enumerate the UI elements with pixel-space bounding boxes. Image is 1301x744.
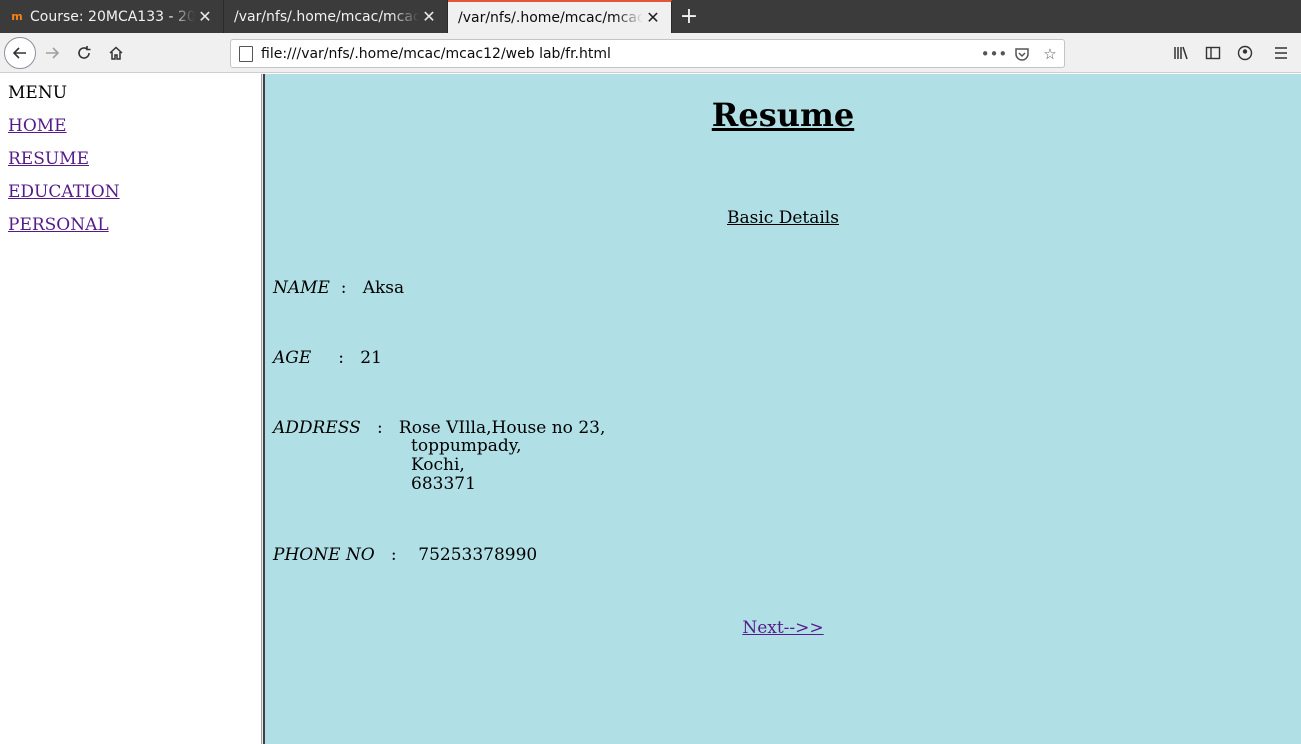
address-label: ADDRESS <box>273 418 361 438</box>
back-button[interactable] <box>4 36 36 69</box>
right-toolbar <box>1165 33 1301 73</box>
library-icon-shape <box>1174 46 1188 60</box>
name-value: Aksa <box>362 278 405 298</box>
reload-icon <box>78 45 91 59</box>
close-icon[interactable]: ✕ <box>643 8 663 28</box>
page-title: Resume <box>711 96 855 134</box>
name-row: NAME : Aksa <box>273 278 404 298</box>
tab-strip: m Course: 20MCA133 - 2021 ✕ /var/nfs/.ho… <box>0 0 1301 33</box>
nav-toolbar: file:///var/nfs/.home/mcac/mcac12/web la… <box>0 33 1301 73</box>
section-heading: Basic Details <box>727 208 839 228</box>
tab-title: Course: 20MCA133 - 2021 <box>30 8 195 25</box>
address-continuation: toppumpady, Kochi, 683371 <box>411 437 522 494</box>
phone-value: 75253378990 <box>418 545 538 565</box>
menu-heading: MENU <box>8 83 68 103</box>
sidebar-icon-shape <box>1205 46 1221 60</box>
address-bar[interactable]: file:///var/nfs/.home/mcac/mcac12/web la… <box>230 39 1065 68</box>
age-label: AGE <box>273 348 312 368</box>
menu-link-home[interactable]: HOME <box>8 116 253 136</box>
phone-row: PHONE NO : 75253378990 <box>273 545 537 565</box>
close-icon[interactable]: ✕ <box>419 7 439 27</box>
address-line-3: Kochi, <box>411 455 465 475</box>
account-icon-shape <box>1237 45 1253 61</box>
menu-link-personal[interactable]: PERSONAL <box>8 215 253 235</box>
hamburger-menu-icon[interactable] <box>1261 37 1301 69</box>
next-link-wrapper: Next-->> <box>265 618 1301 638</box>
age-value: 21 <box>360 348 382 368</box>
pocket-icon[interactable] <box>1008 40 1036 68</box>
account-icon[interactable] <box>1229 37 1261 69</box>
tab-title: /var/nfs/.home/mcac/mcac12/web lab/fr.ht… <box>458 9 643 26</box>
name-label: NAME <box>273 278 330 298</box>
tab-fr-active[interactable]: /var/nfs/.home/mcac/mcac12/web lab/fr.ht… <box>448 0 672 33</box>
menu-frame: MENU HOME RESUME EDUCATION PERSONAL <box>0 74 261 744</box>
menu-link-education[interactable]: EDUCATION <box>8 182 253 202</box>
home-button[interactable] <box>100 37 132 69</box>
phone-label: PHONE NO <box>273 545 375 565</box>
close-icon[interactable]: ✕ <box>195 7 215 27</box>
frameset: MENU HOME RESUME EDUCATION PERSONAL Resu… <box>0 74 1301 744</box>
page-icon <box>239 45 253 62</box>
bookmark-star-icon[interactable]: ☆ <box>1036 40 1064 68</box>
address-line-1: Rose VIlla,House no 23, <box>398 418 606 438</box>
sidebar-icon[interactable] <box>1197 37 1229 69</box>
menu-link-resume[interactable]: RESUME <box>8 149 253 169</box>
tab-course[interactable]: m Course: 20MCA133 - 2021 ✕ <box>0 0 224 33</box>
name-separator: : <box>329 278 363 298</box>
forward-button[interactable] <box>36 37 68 69</box>
pocket-icon-shape <box>1015 47 1029 61</box>
arrow-left-icon <box>12 46 26 59</box>
age-row: AGE : 21 <box>273 348 382 368</box>
content-frame: Resume Basic Details NAME : Aksa AGE : 2… <box>265 74 1301 744</box>
tab-title: /var/nfs/.home/mcac/mcac12/web lab/frame… <box>234 8 419 25</box>
page-actions-icon[interactable]: ••• <box>980 40 1008 68</box>
home-icon <box>109 45 123 60</box>
tab-frame[interactable]: /var/nfs/.home/mcac/mcac12/web lab/frame… <box>224 0 448 33</box>
url-text[interactable]: file:///var/nfs/.home/mcac/mcac12/web la… <box>261 46 980 62</box>
reload-button[interactable] <box>68 37 100 69</box>
new-tab-button[interactable]: + <box>672 0 706 33</box>
age-separator: : <box>311 348 361 368</box>
address-row: ADDRESS : Rose VIlla,House no 23, <box>273 418 605 438</box>
next-link[interactable]: Next-->> <box>742 618 823 638</box>
phone-separator: : <box>374 545 419 565</box>
arrow-right-icon <box>46 46 60 59</box>
moodle-icon: m <box>11 10 23 23</box>
address-separator: : <box>360 418 399 438</box>
hamburger-icon-shape <box>1275 47 1287 59</box>
library-icon[interactable] <box>1165 37 1197 69</box>
address-line-4: 683371 <box>411 474 476 494</box>
address-line-2: toppumpady, <box>411 436 522 456</box>
